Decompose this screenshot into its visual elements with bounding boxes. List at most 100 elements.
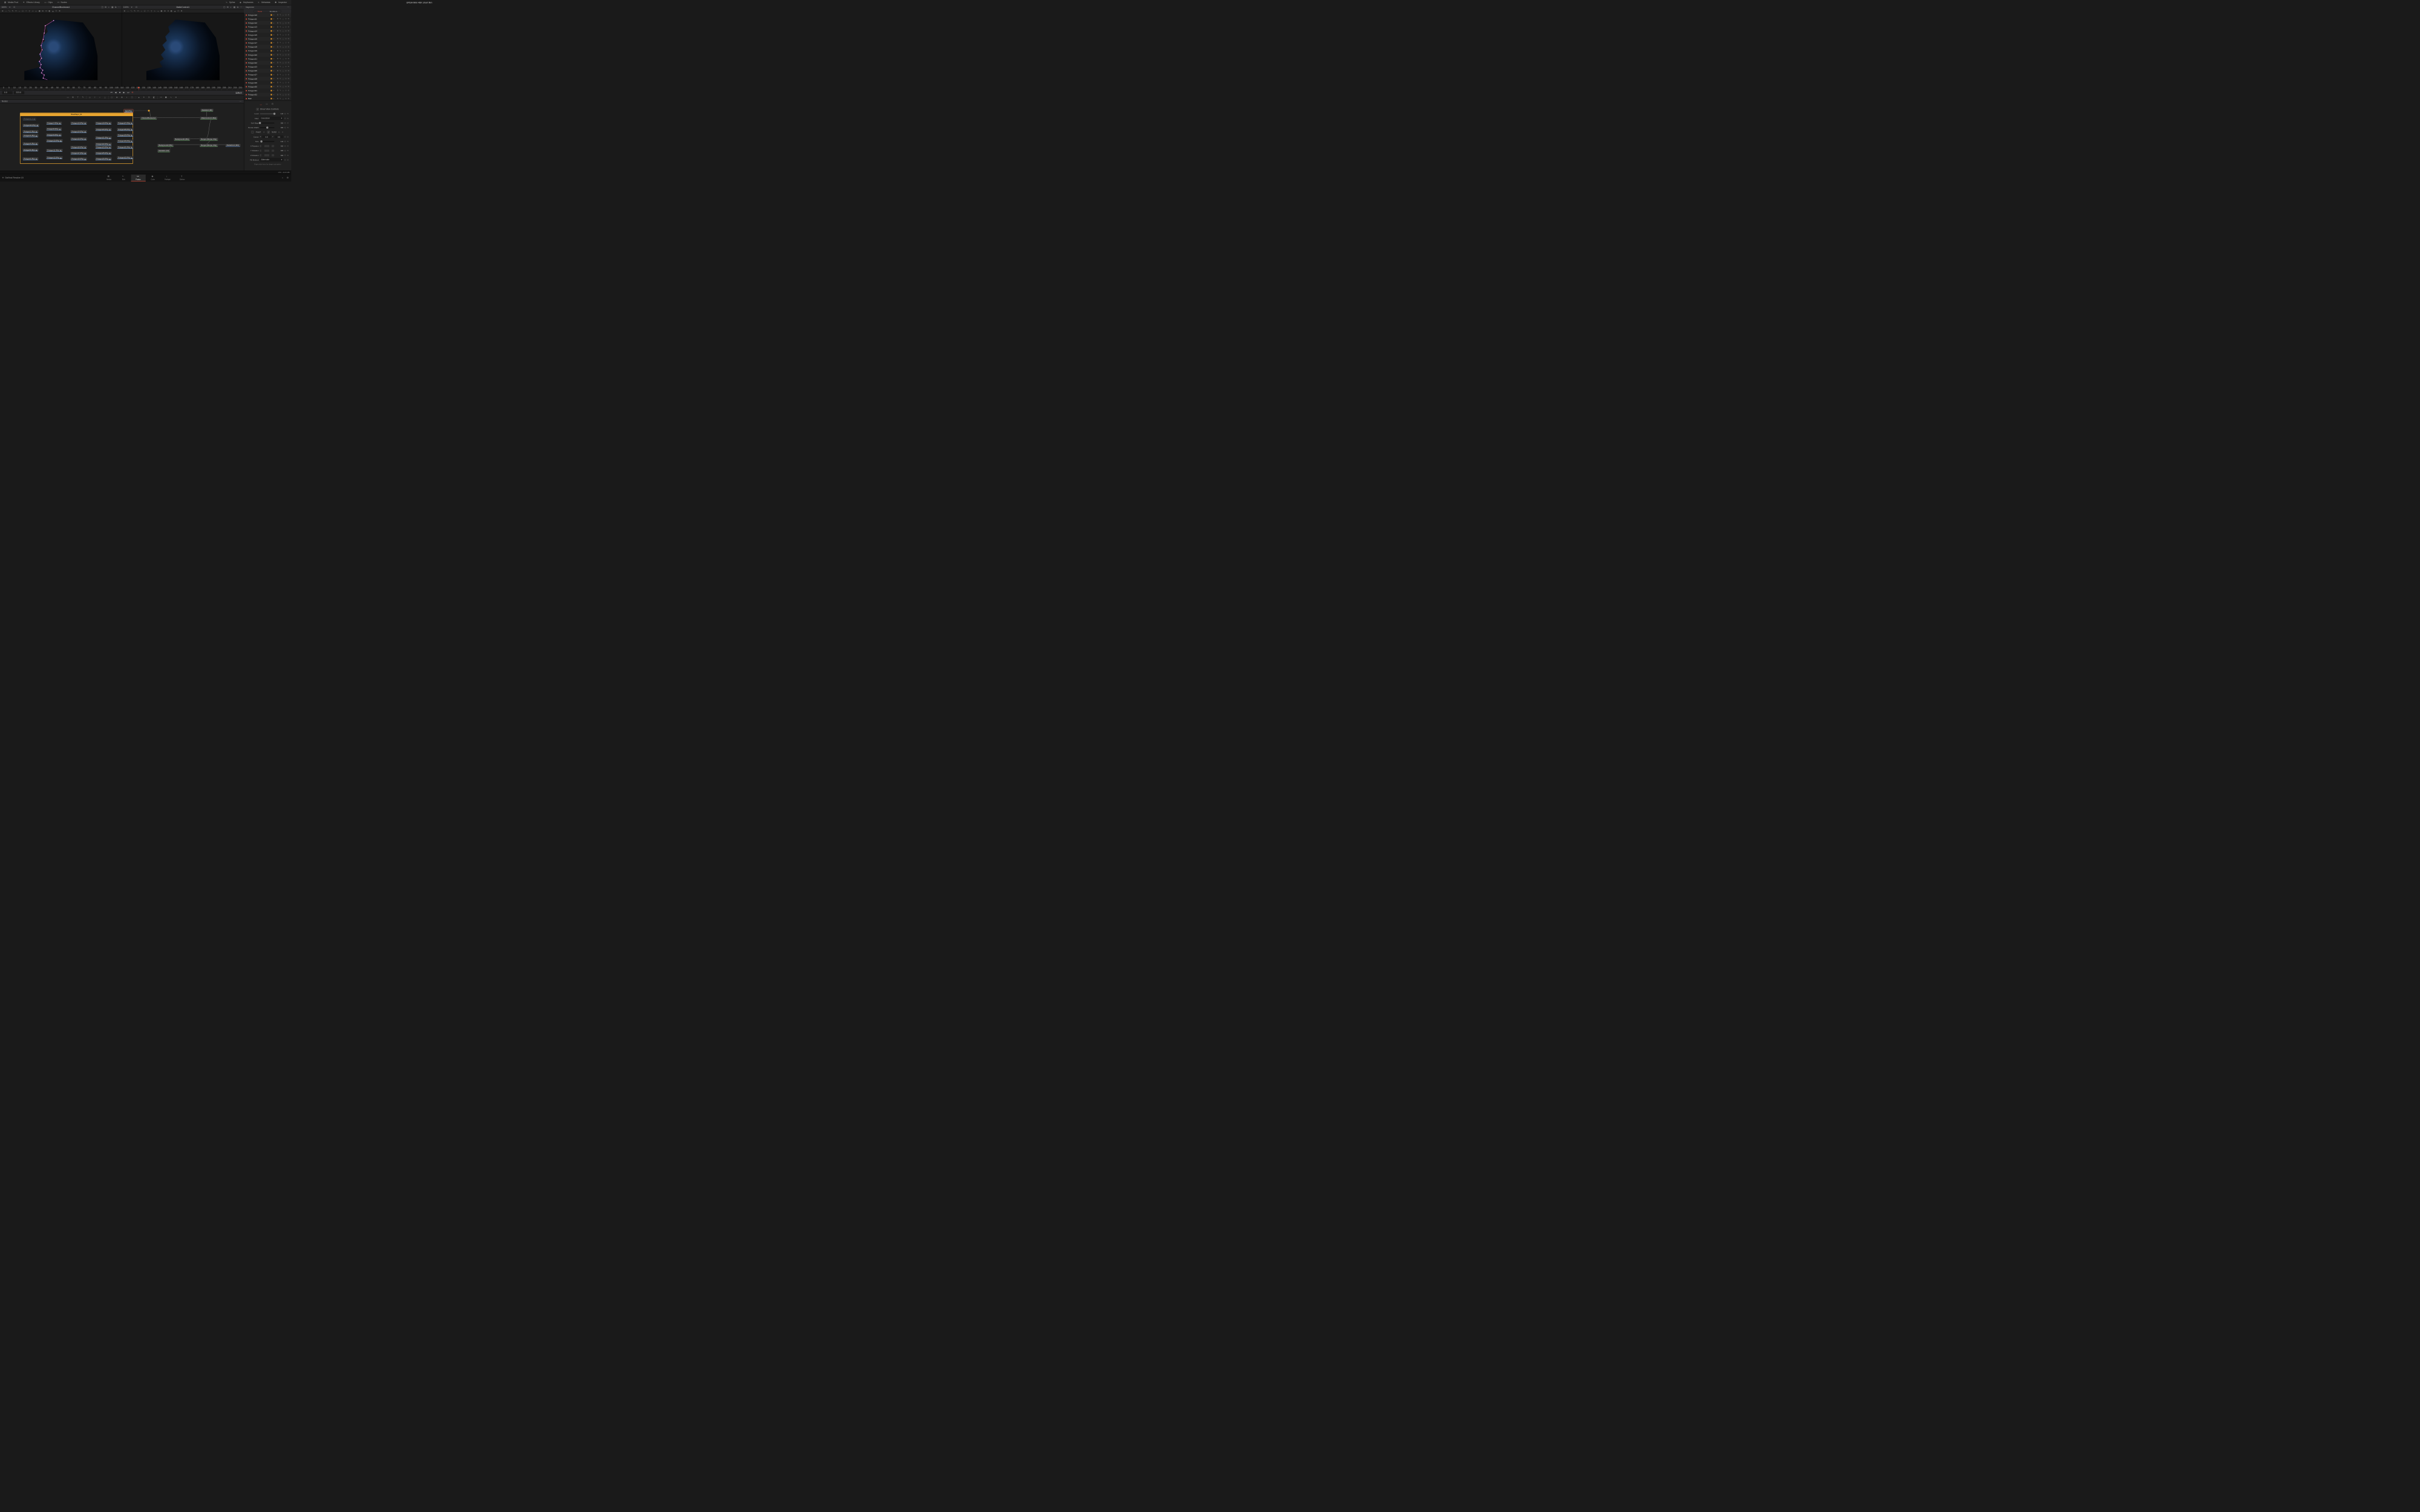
lock-icon[interactable]: △ <box>282 94 284 96</box>
node-pin[interactable] <box>148 110 150 112</box>
node[interactable]: Polygon26 (Ply)◉ <box>95 157 112 160</box>
keyframe-icon[interactable] <box>284 154 286 156</box>
script-icon[interactable]: ✎ <box>280 54 281 56</box>
node[interactable]: Polygon14 (Ply)◉ <box>70 130 87 133</box>
reset-icon[interactable]: ⟲ <box>287 122 289 123</box>
enable-dot-icon[interactable] <box>246 66 247 67</box>
viewer-tool-12[interactable]: ⊞ <box>163 10 166 13</box>
invert-checkbox[interactable] <box>251 131 253 134</box>
viewer-tool-14[interactable]: ◧ <box>170 10 173 13</box>
keyframe-icon[interactable] <box>284 122 286 124</box>
enable-dot-icon[interactable] <box>246 30 247 31</box>
shelf-tool-0[interactable]: ▭ <box>66 96 70 99</box>
settings-icon[interactable]: ⊡ <box>285 30 287 32</box>
chevron-down-icon[interactable]: ▾ <box>273 78 274 80</box>
chevron-down-icon[interactable]: ▾ <box>273 86 274 88</box>
node[interactable]: Polygon11 (Ply)◉ <box>46 149 63 152</box>
reset-icon[interactable]: ⟲ <box>287 135 289 137</box>
script-icon[interactable]: ✎ <box>280 86 281 88</box>
node[interactable]: Polygon5 (Ply)◉ <box>22 148 39 151</box>
settings-icon[interactable]: ⚙ <box>286 177 289 180</box>
script-icon[interactable]: ✎ <box>280 90 281 91</box>
settings-icon[interactable]: ⊡ <box>285 42 287 44</box>
lock-icon[interactable]: △ <box>282 38 284 40</box>
reset-icon[interactable]: ⟲ <box>287 117 289 119</box>
viewer-tool-2[interactable]: ⤡ <box>8 10 11 13</box>
reset-icon[interactable]: ⟲ <box>287 140 289 142</box>
script-icon[interactable]: ✎ <box>280 97 281 99</box>
lock-icon[interactable]: △ <box>282 82 284 83</box>
reset-icon[interactable]: ⟲ <box>287 26 289 28</box>
settings-icon[interactable]: ⊡ <box>285 14 287 16</box>
lock-icon[interactable]: △ <box>282 26 284 28</box>
page-tab-edit[interactable]: ✂Edit <box>116 175 131 181</box>
color-swatch[interactable] <box>270 50 272 51</box>
lock-icon[interactable]: △ <box>282 66 284 68</box>
shape-anim-hint[interactable]: Right-click here for shape animation <box>246 163 289 166</box>
enable-dot-icon[interactable] <box>246 38 247 39</box>
node[interactable]: Ball (Ply) <box>123 109 133 112</box>
chevron-down-icon[interactable]: ▾ <box>8 6 11 9</box>
script-icon[interactable]: ✎ <box>280 46 281 48</box>
version-icon[interactable]: ⧉ <box>276 78 278 80</box>
chevron-down-icon[interactable]: ▾ <box>273 50 274 52</box>
chevron-down-icon[interactable]: ▾ <box>273 54 274 56</box>
reset-icon[interactable]: ⟲ <box>287 58 289 60</box>
viewer-tool-16[interactable]: ⬡ <box>177 10 180 13</box>
lock-icon[interactable]: △ <box>282 78 284 80</box>
node[interactable]: MediaIn1 (MI) <box>157 149 171 152</box>
current-frame[interactable]: 126.0 <box>235 91 241 94</box>
node[interactable]: Background2 (BG) <box>157 144 174 147</box>
node[interactable]: Polygon29 (Ply)◉ <box>117 134 134 137</box>
spline-mode-icon[interactable]: 〰 <box>260 103 263 106</box>
node[interactable]: Background1 (BG) <box>174 138 191 141</box>
settings-icon[interactable]: ⊡ <box>285 97 287 99</box>
node[interactable]: Polygon10 (Ply)◉ <box>46 139 63 142</box>
node[interactable]: Polygon20 (Ply)◉ <box>95 128 112 131</box>
chevron-down-icon[interactable]: ▾ <box>273 98 274 100</box>
viewer-tool-15[interactable]: ▲ <box>174 10 177 13</box>
split-icon[interactable]: ◫ <box>101 6 104 9</box>
reset-icon[interactable]: ⟲ <box>287 90 289 91</box>
version-icon[interactable]: ⧉ <box>276 14 278 16</box>
version-icon[interactable]: ⧉ <box>276 58 278 60</box>
first-frame-icon[interactable]: ⏮ <box>110 91 113 94</box>
color-swatch[interactable] <box>270 58 272 59</box>
settings-icon[interactable]: ⊡ <box>285 46 287 48</box>
reset-icon[interactable]: ⟲ <box>287 149 289 151</box>
settings-icon[interactable]: ⊡ <box>285 74 287 76</box>
node[interactable]: Polygon28 (Ply)◉ <box>117 128 134 131</box>
lock-icon[interactable]: △ <box>282 14 284 16</box>
chevron-down-icon[interactable]: ▾ <box>273 70 274 72</box>
viewer-tool-10[interactable]: ◐ <box>157 10 160 13</box>
settings-icon[interactable]: ⊡ <box>285 22 287 24</box>
reset-icon[interactable]: ⟲ <box>287 97 289 99</box>
metadata-button[interactable]: ≡Metadata <box>256 1 272 5</box>
chevron-down-icon[interactable]: ▾ <box>273 38 274 40</box>
enable-dot-icon[interactable] <box>246 90 247 91</box>
settings-icon[interactable]: ⊡ <box>285 18 287 20</box>
chevron-down-icon[interactable]: ▾ <box>273 90 274 91</box>
viewer-tool-2[interactable]: ⤡ <box>130 10 133 13</box>
clips-button[interactable]: ▭Clips <box>42 1 55 5</box>
version-icon[interactable]: ⧉ <box>276 18 278 20</box>
lock-icon[interactable]: △ <box>282 90 284 91</box>
lock-icon[interactable]: △ <box>282 62 284 64</box>
viewer-zoom-left[interactable]: 100% <box>1 6 7 8</box>
level-slider[interactable] <box>260 113 275 114</box>
grid-icon[interactable]: ▦ <box>111 6 114 9</box>
shelf-tool-20[interactable]: ≋ <box>174 96 178 99</box>
reset-icon[interactable]: ⟲ <box>287 94 289 96</box>
node[interactable]: Polygon15 (Ply)◉ <box>70 137 87 140</box>
chevron-down-icon[interactable]: ▾ <box>273 34 274 36</box>
color-swatch[interactable] <box>270 62 272 64</box>
enable-dot-icon[interactable] <box>246 15 247 16</box>
color-swatch[interactable] <box>270 70 272 71</box>
viewer-tool-7[interactable]: ✧ <box>25 10 28 13</box>
stop-icon[interactable]: ■ <box>119 91 122 94</box>
lock-icon[interactable]: △ <box>282 50 284 51</box>
more-icon[interactable]: ⋯ <box>239 100 242 103</box>
chevron-down-icon[interactable]: ▾ <box>273 94 274 96</box>
node[interactable]: Polygon31 (Ply)◉ <box>117 146 134 149</box>
fill-method-select[interactable]: Alternate▾ <box>260 158 283 161</box>
